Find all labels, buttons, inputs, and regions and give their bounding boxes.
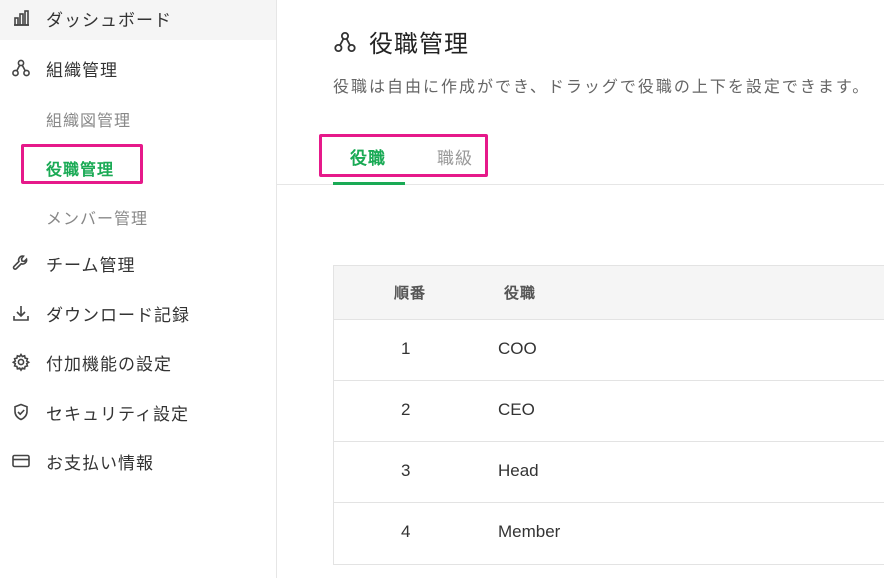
- download-icon: [10, 302, 32, 324]
- table-row[interactable]: 2 CEO: [334, 381, 884, 442]
- sidebar-subitem-org-chart[interactable]: 組織図管理: [46, 107, 131, 131]
- table-header: 順番 役職: [334, 266, 884, 320]
- credit-card-icon: [10, 450, 32, 472]
- tab-active-indicator: [333, 182, 405, 185]
- sidebar-item-label: 組織管理: [46, 60, 118, 81]
- cell-position: Member: [498, 522, 561, 541]
- sidebar-item-dashboard[interactable]: ダッシュボード: [0, 0, 276, 40]
- sidebar-item-download-history[interactable]: ダウンロード記録: [0, 291, 276, 335]
- cell-order: 1: [401, 339, 411, 358]
- positions-table: 順番 役職 1 COO 2 CEO 3 Head 4 Member: [333, 265, 884, 565]
- tab-job-grades[interactable]: 職級: [437, 144, 473, 169]
- header-position: 役職: [504, 284, 537, 302]
- sidebar-item-label: ダウンロード記録: [46, 305, 190, 326]
- cell-position: CEO: [498, 400, 535, 419]
- table-row[interactable]: 4 Member: [334, 503, 884, 564]
- page-description: 役職は自由に作成ができ、ドラッグで役職の上下を設定できます。: [333, 77, 871, 96]
- shield-check-icon: [10, 401, 32, 423]
- bar-chart-icon: [10, 7, 32, 29]
- sidebar-item-label: チーム管理: [46, 255, 136, 276]
- wrench-icon: [10, 252, 32, 274]
- sidebar-item-billing[interactable]: お支払い情報: [0, 439, 276, 483]
- tab-bar: 役職 職級: [277, 134, 884, 185]
- tab-positions[interactable]: 役職: [350, 144, 386, 169]
- sidebar: ダッシュボード 組織管理 組織図管理 役職管理 メンバー管理 チーム管理 ダウン…: [0, 0, 277, 578]
- page-title-text: 役職管理: [369, 30, 469, 58]
- sidebar-item-team[interactable]: チーム管理: [0, 241, 276, 285]
- cell-order: 3: [401, 461, 411, 480]
- sidebar-item-label: セキュリティ設定: [46, 404, 189, 425]
- gear-icon: [10, 351, 32, 373]
- org-chart-icon: [10, 57, 32, 79]
- sidebar-item-security[interactable]: セキュリティ設定: [0, 390, 276, 434]
- org-chart-icon: [333, 30, 357, 54]
- page-title: 役職管理: [333, 24, 469, 59]
- cell-position: COO: [498, 339, 537, 358]
- sidebar-subitem-positions[interactable]: 役職管理: [46, 156, 114, 180]
- cell-order: 4: [401, 522, 411, 541]
- sidebar-item-organization[interactable]: 組織管理: [0, 46, 276, 90]
- sidebar-subitem-members[interactable]: メンバー管理: [46, 205, 148, 229]
- sidebar-item-addons[interactable]: 付加機能の設定: [0, 340, 276, 384]
- table-row[interactable]: 1 COO: [334, 320, 884, 381]
- sidebar-item-label: 付加機能の設定: [46, 354, 172, 375]
- table-row[interactable]: 3 Head: [334, 442, 884, 503]
- cell-position: Head: [498, 461, 539, 480]
- sidebar-item-label: お支払い情報: [46, 453, 154, 474]
- main-content: 役職管理 役職は自由に作成ができ、ドラッグで役職の上下を設定できます。 役職 職…: [277, 0, 884, 578]
- header-order: 順番: [394, 284, 427, 302]
- sidebar-item-label: ダッシュボード: [46, 10, 172, 31]
- cell-order: 2: [401, 400, 411, 419]
